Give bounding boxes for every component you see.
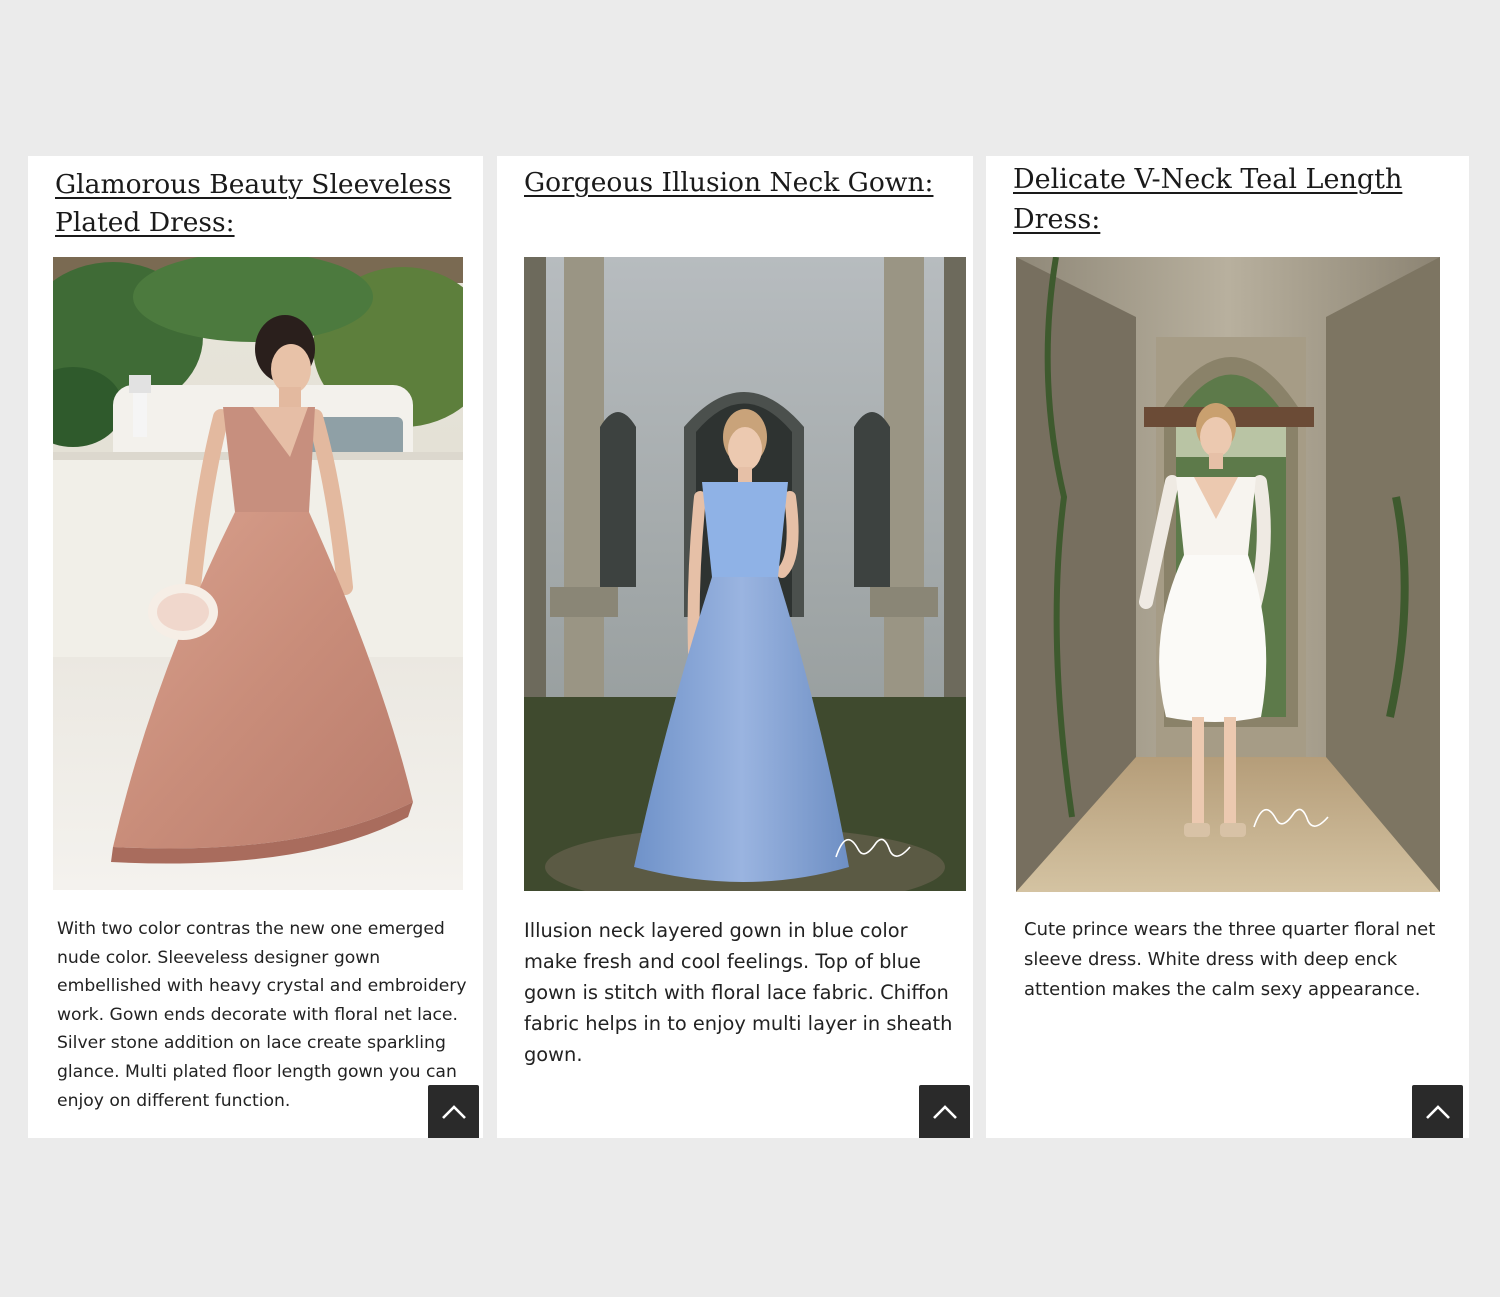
pink-gown-illustration — [53, 257, 463, 890]
back-to-top-button[interactable] — [1412, 1085, 1463, 1138]
card-description: Illusion neck layered gown in blue color… — [524, 919, 953, 1066]
dress-photo-white-dress — [1016, 257, 1440, 892]
dress-card-3: Delicate V-Neck Teal Length Dress: Cute … — [986, 156, 1469, 1138]
card-description: With two color contras the new one emerg… — [57, 919, 467, 1111]
chevron-up-icon — [1425, 1104, 1450, 1119]
dress-photo-blue-gown — [524, 257, 966, 891]
dress-card-2: Gorgeous Illusion Neck Gown: Illusion ne… — [497, 156, 973, 1138]
chevron-up-icon — [441, 1104, 466, 1119]
card-title-link[interactable]: Glamorous Beauty Sleeveless Plated Dress… — [55, 166, 460, 242]
card-title-link[interactable]: Delicate V-Neck Teal Length Dress: — [1013, 160, 1453, 240]
blue-gown-illustration — [524, 257, 966, 891]
white-dress-illustration — [1016, 257, 1440, 892]
back-to-top-button[interactable] — [919, 1085, 970, 1138]
card-title-link[interactable]: Gorgeous Illusion Neck Gown: — [524, 164, 969, 202]
chevron-up-icon — [932, 1104, 957, 1119]
card-description: Cute prince wears the three quarter flor… — [1024, 919, 1436, 1000]
back-to-top-button[interactable] — [428, 1085, 479, 1138]
dress-photo-pink-gown — [53, 257, 463, 890]
dress-card-1: Glamorous Beauty Sleeveless Plated Dress… — [28, 156, 483, 1138]
